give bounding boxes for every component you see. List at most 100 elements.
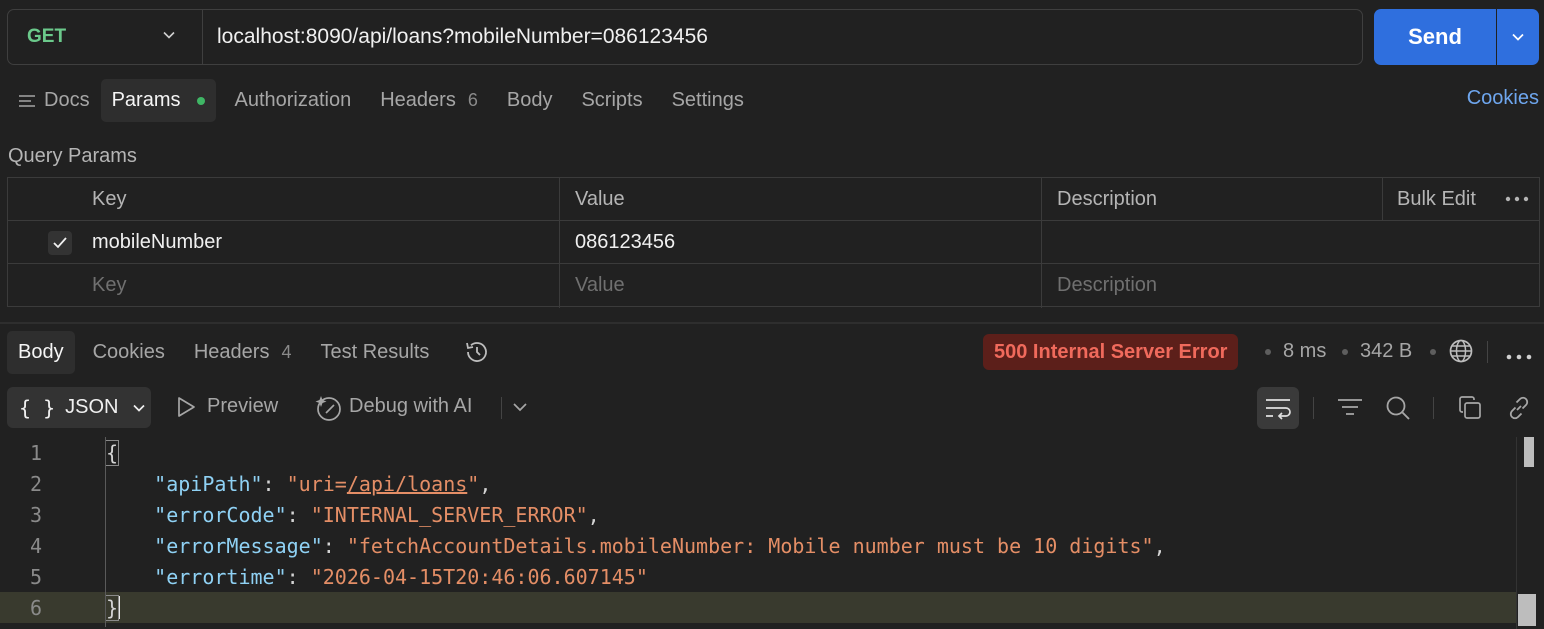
send-button[interactable]: Send	[1374, 9, 1496, 65]
code-line-current: 6 }	[0, 592, 1516, 623]
chevron-down-icon	[133, 404, 146, 412]
history-button[interactable]	[452, 331, 502, 374]
json-value-link: /api/loans	[346, 472, 468, 496]
send-label: Send	[1408, 24, 1462, 49]
method-select[interactable]: GET	[8, 10, 203, 64]
json-key: "errorMessage"	[154, 534, 323, 558]
code-line: 1 {	[0, 437, 1516, 468]
param-value-input[interactable]: 086123456	[575, 221, 675, 263]
chevron-down-icon[interactable]	[512, 400, 528, 419]
cookies-link[interactable]: Cookies	[1467, 87, 1539, 110]
param-enabled-checkbox[interactable]	[48, 231, 72, 255]
tab-body-label: Body	[506, 89, 553, 111]
toolbar-separator	[1433, 397, 1434, 419]
json-value: "2026-04-15T20:46:06.607145"	[310, 565, 648, 589]
text-cursor	[118, 596, 121, 619]
value-column-header: Value	[575, 187, 625, 210]
response-tab-body[interactable]: Body	[7, 330, 75, 374]
search-icon[interactable]	[1384, 394, 1412, 427]
key-column-header: Key	[92, 187, 127, 210]
url-input[interactable]	[203, 10, 1362, 64]
json-line-content: "errorCode": "INTERNAL_SERVER_ERROR",	[154, 503, 600, 527]
response-tab-test-results[interactable]: Test Results	[309, 331, 440, 374]
chevron-down-icon	[163, 31, 175, 39]
json-line-content: "errorMessage": "fetchAccountDetails.mob…	[154, 534, 1166, 558]
preview-button[interactable]: Preview	[207, 395, 278, 418]
url-bar: GET	[7, 9, 1363, 65]
json-key: "errortime"	[154, 565, 287, 589]
tab-scripts[interactable]: Scripts	[570, 79, 653, 122]
code-line: 2 "apiPath": "uri=/api/loans",	[0, 468, 1516, 499]
description-column-header: Description	[1057, 187, 1158, 210]
json-open-brace: {	[104, 440, 120, 466]
status-badge[interactable]: 500 Internal Server Error	[983, 334, 1239, 370]
response-time[interactable]: 8 ms	[1283, 340, 1326, 363]
debug-with-ai-button[interactable]: Debug with AI	[349, 395, 472, 418]
bulk-edit-button[interactable]: Bulk Edit	[1397, 178, 1476, 220]
meta-separator	[1430, 349, 1436, 355]
toolbar-separator	[1313, 397, 1314, 419]
send-options-button[interactable]	[1497, 9, 1539, 65]
ai-sparkle-icon[interactable]	[313, 393, 343, 428]
response-tab-test-results-label: Test Results	[320, 340, 430, 363]
pane-divider[interactable]	[0, 322, 1544, 324]
params-table: Key Value Description Bulk Edit mobileNu…	[7, 177, 1540, 308]
scrollbar-thumb[interactable]	[1524, 437, 1534, 467]
link-icon[interactable]	[1505, 394, 1533, 427]
tab-params[interactable]: Params	[100, 79, 217, 122]
play-icon[interactable]	[175, 395, 197, 424]
table-row: mobileNumber 086123456	[8, 221, 1539, 264]
new-param-value-input[interactable]: Value	[575, 264, 625, 307]
line-number: 6	[29, 596, 42, 620]
tab-headers-label: Headers	[380, 89, 456, 111]
json-value: "fetchAccountDetails.mobileNumber: Mobil…	[346, 534, 1154, 558]
meta-separator	[1342, 349, 1348, 355]
json-key: "errorCode"	[154, 503, 287, 527]
tab-docs-label: Docs	[44, 89, 90, 111]
tab-headers[interactable]: Headers 6	[369, 79, 489, 122]
wrap-lines-button[interactable]	[1257, 387, 1299, 429]
tab-settings[interactable]: Settings	[661, 79, 755, 122]
code-line: 5 "errortime": "2026-04-15T20:46:06.6071…	[0, 561, 1516, 592]
more-options-icon[interactable]	[1506, 348, 1532, 366]
response-tab-body-label: Body	[18, 340, 64, 363]
globe-icon[interactable]	[1448, 338, 1474, 369]
toolbar-separator	[1487, 341, 1488, 363]
params-header-row: Key Value Description Bulk Edit	[8, 178, 1539, 221]
json-line-content: "apiPath": "uri=/api/loans",	[154, 472, 492, 496]
json-value: "INTERNAL_SERVER_ERROR"	[310, 503, 588, 527]
response-body-editor[interactable]: 1 { 2 "apiPath": "uri=/api/loans", 3 "er…	[0, 437, 1544, 629]
line-number: 4	[29, 534, 42, 558]
tab-body[interactable]: Body	[496, 79, 564, 122]
chevron-down-icon	[1512, 33, 1524, 41]
response-size[interactable]: 342 B	[1360, 340, 1412, 363]
tab-authorization-label: Authorization	[234, 89, 352, 111]
format-select[interactable]: { } JSON	[7, 387, 151, 428]
tab-docs[interactable]: Docs	[7, 79, 101, 122]
line-number: 3	[29, 503, 42, 527]
new-param-description-input[interactable]: Description	[1057, 264, 1157, 307]
format-label: JSON	[65, 396, 119, 418]
param-key-input[interactable]: mobileNumber	[92, 221, 222, 263]
new-param-key-input[interactable]: Key	[92, 264, 126, 307]
tab-params-label: Params	[111, 89, 181, 111]
response-tab-cookies[interactable]: Cookies	[82, 331, 176, 374]
json-value: "uri=	[286, 472, 347, 496]
history-icon	[466, 342, 488, 362]
query-params-title: Query Params	[8, 145, 137, 167]
wrap-lines-icon	[1266, 399, 1291, 420]
docs-icon	[19, 94, 35, 107]
param-description-input[interactable]	[1057, 221, 1537, 263]
table-row: Key Value Description	[8, 264, 1539, 307]
code-line: 4 "errorMessage": "fetchAccountDetails.m…	[0, 530, 1516, 561]
response-tab-cookies-label: Cookies	[92, 340, 165, 363]
json-key: "apiPath"	[154, 472, 263, 496]
filter-icon[interactable]	[1336, 396, 1364, 423]
copy-icon[interactable]	[1457, 395, 1483, 426]
response-tab-headers[interactable]: Headers 4	[183, 331, 303, 374]
more-options-icon[interactable]	[1505, 178, 1529, 220]
json-braces-icon: { }	[19, 395, 56, 420]
request-tabs: Docs Params Authorization Headers 6 Body…	[7, 79, 755, 122]
headers-count: 6	[467, 90, 478, 110]
tab-authorization[interactable]: Authorization	[223, 79, 362, 122]
